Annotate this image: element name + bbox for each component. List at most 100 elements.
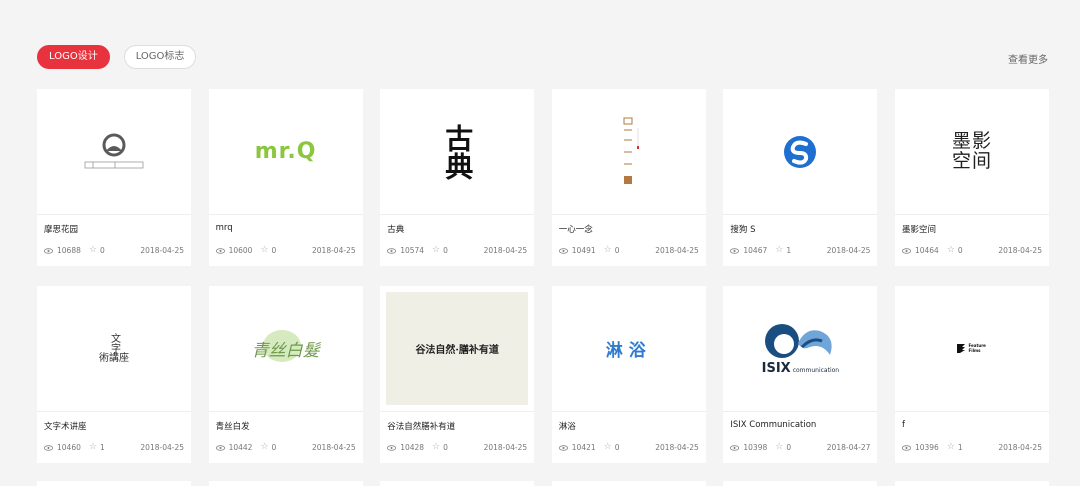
tab-logo-mark[interactable]: LOGO标志 [123, 45, 197, 69]
typography-lecture-logo: 文字 術講座 [37, 286, 191, 412]
one-heart-logo [551, 89, 706, 215]
star-icon[interactable]: ☆ [947, 443, 955, 452]
star-icon[interactable]: ☆ [260, 246, 268, 255]
logo-grid: 摩思花园 10688 ☆ 0 2018-04-25 mr.Q mrq 10600… [37, 89, 1049, 463]
card-date: 2018-04-25 [998, 443, 1042, 452]
star-count: 0 [443, 443, 448, 452]
isix-logo: ISIX communication [723, 286, 878, 412]
card-date: 2018-04-25 [483, 443, 528, 452]
card-meta: 10396 ☆ 1 2018-04-25 [901, 443, 1042, 452]
card-date: 2018-04-25 [312, 246, 356, 255]
card-title: 谷法自然膳补有道 [387, 422, 456, 432]
card-title: 搜狗 S [730, 225, 756, 235]
logo-card[interactable]: ISIX communication ISIX Communication 10… [723, 286, 878, 463]
card-meta: 10600 ☆ 0 2018-04-25 [215, 246, 356, 255]
next-row-cards [37, 481, 1049, 486]
logo-card[interactable]: 一心一念 10491 ☆ 0 2018-04-25 [551, 89, 706, 266]
star-icon[interactable]: ☆ [604, 443, 612, 452]
card-date: 2018-04-25 [312, 443, 356, 452]
tab-logo-design[interactable]: LOGO设计 [37, 45, 110, 69]
view-count: 10600 [228, 246, 253, 255]
star-count: 0 [99, 246, 105, 255]
sogou-s-logo [723, 89, 878, 215]
logo-card-partial[interactable] [551, 481, 706, 486]
star-icon[interactable]: ☆ [947, 246, 955, 255]
card-date: 2018-04-27 [826, 443, 871, 452]
star-icon[interactable]: ☆ [89, 443, 97, 452]
eye-icon [730, 444, 740, 451]
card-title: ISIX Communication [730, 420, 817, 430]
logo-card[interactable]: 文字 術講座 文字术讲座 10460 ☆ 1 2018-04-25 [37, 286, 191, 463]
isix-logo-subtext: communication [792, 367, 840, 374]
view-count: 10398 [743, 443, 768, 452]
logo-card[interactable]: 搜狗 S 10467 ☆ 1 2018-04-25 [723, 89, 878, 266]
card-title: 古典 [387, 225, 405, 235]
ink-shadow-logo: 墨影 空间 [894, 89, 1049, 215]
card-meta: 10428 ☆ 0 2018-04-25 [387, 443, 527, 452]
card-meta: 10398 ☆ 0 2018-04-27 [730, 443, 870, 452]
eye-icon [387, 247, 397, 254]
logo-card-partial[interactable] [723, 481, 878, 486]
star-count: 0 [271, 443, 277, 452]
logo-card-partial[interactable] [380, 481, 535, 486]
classic-calligraphy-logo: 古典 [380, 89, 535, 215]
card-date: 2018-04-25 [483, 246, 528, 255]
star-count: 0 [443, 246, 448, 255]
star-icon[interactable]: ☆ [432, 246, 440, 255]
eye-icon [901, 444, 911, 451]
green-logo-text: 青丝白髮 [251, 341, 320, 361]
logo-card[interactable]: 摩思花园 10688 ☆ 0 2018-04-25 [37, 89, 191, 266]
eye-icon [901, 247, 911, 254]
green-silk-logo: 青丝白髮 [208, 286, 363, 412]
card-date: 2018-04-25 [655, 246, 699, 255]
card-date: 2018-04-25 [655, 443, 699, 452]
view-more-link[interactable]: 查看更多 [1008, 51, 1048, 66]
star-count: 1 [99, 443, 105, 452]
eye-icon [730, 247, 740, 254]
ink-logo-text-bottom: 空间 [951, 149, 992, 172]
card-meta: 10491 ☆ 0 2018-04-25 [558, 246, 699, 255]
view-count: 10421 [571, 443, 596, 452]
mrq-logo: mr.Q [208, 89, 363, 215]
classic-logo-text: 古典 [441, 123, 475, 180]
star-count: 0 [786, 443, 792, 452]
star-count: 1 [957, 443, 963, 452]
card-meta: 10688 ☆ 0 2018-04-25 [44, 246, 184, 255]
card-title: 文字术讲座 [44, 422, 87, 432]
shower-logo-text: 淋浴 [605, 341, 652, 361]
logo-card[interactable]: 青丝白髮 青丝白发 10442 ☆ 0 2018-04-25 [208, 286, 363, 463]
star-icon[interactable]: ☆ [260, 443, 268, 452]
star-icon[interactable]: ☆ [604, 246, 612, 255]
card-title: 淋浴 [558, 422, 576, 432]
card-meta: 10574 ☆ 0 2018-04-25 [387, 246, 527, 255]
typo-logo-text-top: 文字 [108, 333, 120, 353]
card-date: 2018-04-25 [140, 443, 184, 452]
isix-wave-icon [765, 324, 833, 358]
star-icon[interactable]: ☆ [775, 246, 783, 255]
view-count: 10428 [400, 443, 425, 452]
feature-films-mark-icon [957, 344, 966, 353]
star-icon[interactable]: ☆ [775, 443, 783, 452]
card-title: 一心一念 [558, 225, 593, 235]
card-title: mrq [215, 223, 233, 233]
logo-card[interactable]: Feature Films f 10396 ☆ 1 2018-04-25 [894, 286, 1049, 463]
view-count: 10460 [57, 443, 81, 452]
view-count: 10467 [743, 246, 768, 255]
card-meta: 10421 ☆ 0 2018-04-25 [558, 443, 699, 452]
star-icon[interactable]: ☆ [432, 443, 440, 452]
eye-icon [215, 247, 225, 254]
logo-card-partial[interactable] [37, 481, 191, 486]
logo-card[interactable]: 谷法自然·膳补有道 谷法自然膳补有道 10428 ☆ 0 2018-04-25 [380, 286, 535, 463]
star-icon[interactable]: ☆ [89, 246, 97, 255]
logo-card[interactable]: 古典 古典 10574 ☆ 0 2018-04-25 [380, 89, 535, 266]
card-title: 青丝白发 [215, 422, 250, 432]
logo-card[interactable]: 淋浴 淋浴 10421 ☆ 0 2018-04-25 [551, 286, 706, 463]
logo-card[interactable]: 墨影 空间 墨影空间 10464 ☆ 0 2018-04-25 [894, 89, 1049, 266]
view-count: 10574 [400, 246, 425, 255]
category-tabs: LOGO设计 LOGO标志 [37, 45, 197, 69]
logo-card-partial[interactable] [208, 481, 363, 486]
view-count: 10396 [914, 443, 939, 452]
logo-card[interactable]: mr.Q mrq 10600 ☆ 0 2018-04-25 [208, 89, 363, 266]
logo-card-partial[interactable] [894, 481, 1049, 486]
eye-icon [558, 247, 568, 254]
